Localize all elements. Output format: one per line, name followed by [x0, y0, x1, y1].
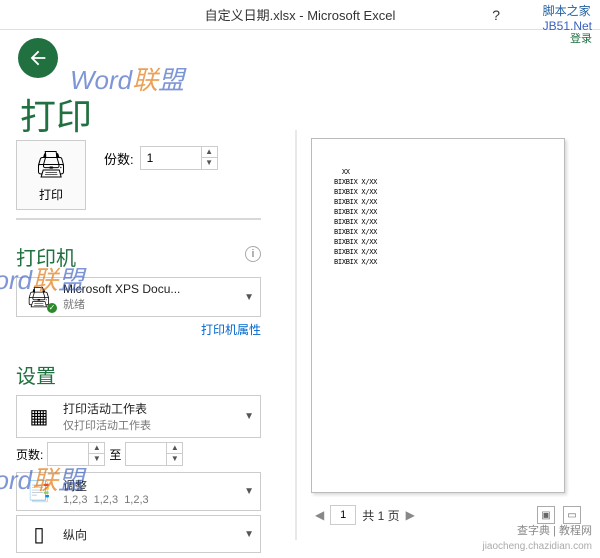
help-icon[interactable]: ? — [492, 7, 500, 23]
chevron-down-icon: ▼ — [244, 411, 254, 422]
orientation-label: 纵向 — [63, 526, 240, 543]
scope-main: 打印活动工作表 — [63, 400, 240, 417]
print-button[interactable]: 🖨 打印 — [16, 140, 86, 210]
preview-page: XXBIXBIX X/XXBIXBIX X/XXBIXBIX X/XXBIXBI… — [311, 138, 565, 493]
preview-content: XXBIXBIX X/XXBIXBIX X/XXBIXBIX X/XXBIXBI… — [334, 167, 542, 267]
page-to-spinner[interactable]: ▲▼ — [125, 442, 183, 466]
printer-status: 就绪 — [63, 296, 240, 312]
page-total-label: 共 1 页 — [362, 507, 399, 524]
scope-sub: 仅打印活动工作表 — [63, 417, 240, 433]
footer-url: jiaocheng.chazidian.com — [482, 541, 592, 552]
orientation-dropdown[interactable]: ▯ 纵向 ▼ — [16, 515, 261, 553]
page-range-row: 页数: ▲▼ 至 ▲▼ — [16, 442, 261, 466]
collate-main: 调整 — [63, 477, 240, 494]
page-from-spinner[interactable]: ▲▼ — [47, 442, 105, 466]
pages-label: 页数: — [16, 446, 43, 463]
back-button[interactable] — [18, 38, 58, 78]
down[interactable]: ▼ — [167, 454, 182, 465]
prev-page-button[interactable]: ◀ — [315, 508, 324, 522]
copies-label: 份数: — [104, 149, 134, 168]
arrow-left-icon — [27, 47, 49, 69]
collate-dropdown[interactable]: 📑 调整 1,2,3 1,2,3 1,2,3 ▼ — [16, 472, 261, 511]
page-navigator: ◀ 共 1 页 ▶ — [315, 505, 415, 525]
copies-spinner[interactable]: ▲ ▼ — [140, 146, 218, 170]
chevron-down-icon: ▼ — [244, 292, 254, 303]
collate-icon: 📑 — [23, 478, 55, 506]
up[interactable]: ▲ — [167, 443, 182, 454]
chevron-down-icon: ▼ — [244, 486, 254, 497]
settings-heading: 设置 — [16, 360, 261, 389]
up[interactable]: ▲ — [89, 443, 104, 454]
title-bar: 自定义日期.xlsx - Microsoft Excel ? 脚本之家 JB51… — [0, 0, 600, 30]
chevron-down-icon: ▼ — [244, 529, 254, 540]
window-title: 自定义日期.xlsx - Microsoft Excel — [205, 5, 396, 24]
printer-device-icon: 🖨 — [23, 283, 55, 311]
orientation-icon: ▯ — [23, 520, 55, 548]
login-link[interactable]: 登录 — [570, 30, 592, 46]
printer-name: Microsoft XPS Docu... — [63, 282, 240, 296]
pages-to-label: 至 — [109, 446, 121, 463]
page-to-input[interactable] — [126, 443, 166, 465]
copies-up[interactable]: ▲ — [202, 147, 217, 158]
printer-properties-link[interactable]: 打印机属性 — [16, 321, 261, 338]
page-from-input[interactable] — [48, 443, 88, 465]
print-preview-panel: XXBIXBIX X/XXBIXBIX X/XXBIXBIX X/XXBIXBI… — [295, 130, 585, 540]
print-scope-dropdown[interactable]: ▦ 打印活动工作表 仅打印活动工作表 ▼ — [16, 395, 261, 438]
copies-down[interactable]: ▼ — [202, 158, 217, 169]
printer-heading: 打印机 — [16, 242, 76, 271]
copies-input[interactable] — [141, 147, 201, 169]
next-page-button[interactable]: ▶ — [406, 508, 415, 522]
print-settings-panel: 🖨 打印 份数: ▲ ▼ 打印机 i 🖨 Microsoft XPS Docu.… — [16, 140, 261, 557]
printer-dropdown[interactable]: 🖨 Microsoft XPS Docu... 就绪 ▼ — [16, 277, 261, 317]
sheet-icon: ▦ — [23, 403, 55, 431]
print-button-label: 打印 — [17, 186, 85, 203]
down[interactable]: ▼ — [89, 454, 104, 465]
site-label: 脚本之家 JB51.Net — [543, 2, 592, 33]
collate-sub: 1,2,3 1,2,3 1,2,3 — [63, 494, 240, 506]
printer-icon: 🖨 — [17, 149, 85, 180]
info-icon[interactable]: i — [245, 246, 261, 262]
footer-site: 查字典 | 教程网 — [517, 522, 592, 538]
page-title: 打印 — [20, 88, 92, 140]
current-page-input[interactable] — [330, 505, 356, 525]
